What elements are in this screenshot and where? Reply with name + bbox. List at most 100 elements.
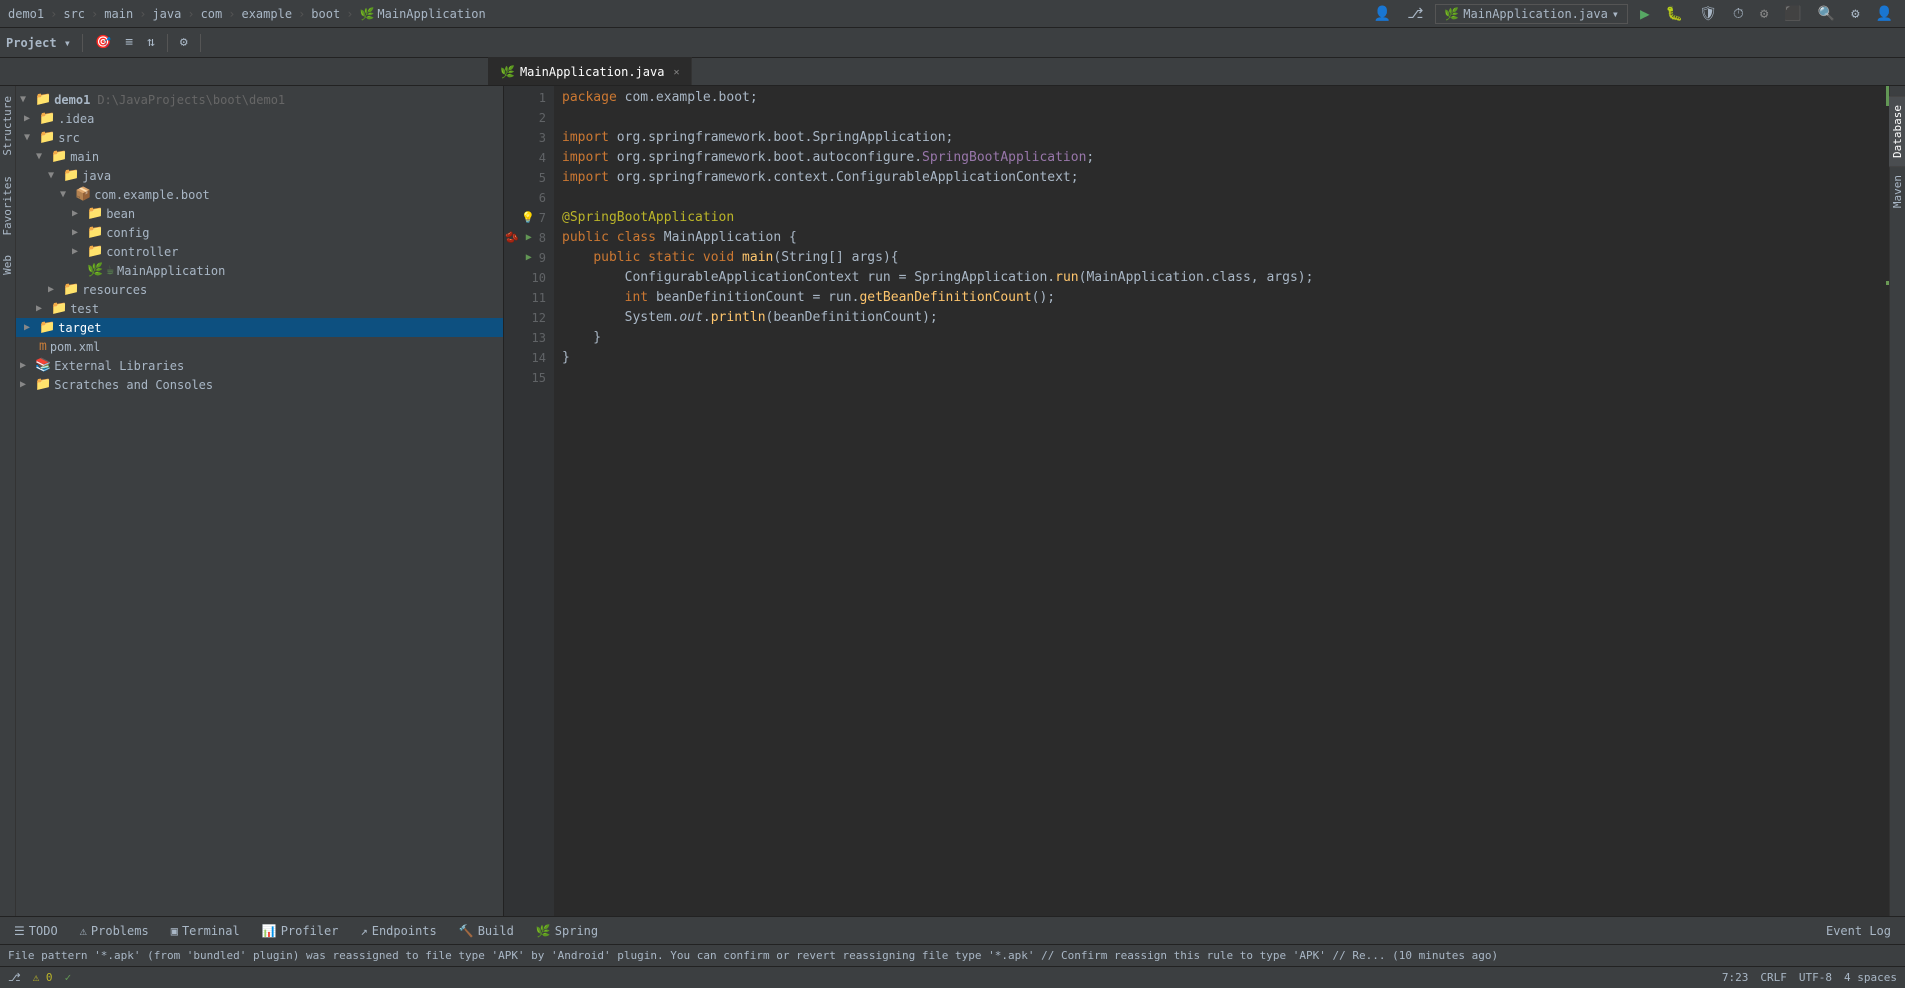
tab-close-btn[interactable]: ✕ (673, 67, 679, 78)
tree-item-pomxml[interactable]: ▶ m pom.xml (16, 337, 503, 356)
breadcrumb-example[interactable]: example (241, 7, 292, 21)
gutter-2: 2 (504, 108, 546, 128)
vcs-icon[interactable]: ⎇ (1403, 4, 1427, 24)
profile-icon[interactable]: 👤 (1370, 4, 1395, 24)
avatar-icon[interactable]: 👤 (1872, 4, 1897, 24)
run-config-dropdown[interactable]: 🌿 MainApplication.java ▾ (1435, 4, 1628, 24)
settings-icon[interactable]: ⚙ (1847, 4, 1863, 24)
run-config-label: MainApplication.java (1463, 7, 1608, 21)
label-mainapp: MainApplication (117, 264, 225, 278)
editor-area: 1 2 3 4 5 6 💡 7 🫘 ▶ 8 (504, 86, 1889, 916)
todo-tab[interactable]: ☰ TODO (4, 921, 68, 941)
spring-tab[interactable]: 🌿 Spring (526, 921, 608, 941)
label-ext-libs: External Libraries (54, 359, 184, 373)
event-log-tab[interactable]: Event Log (1816, 921, 1901, 941)
label-java: java (82, 169, 111, 183)
breadcrumb-demo1[interactable]: demo1 (8, 7, 44, 21)
warnings-label[interactable]: ⚠ 0 (33, 971, 53, 984)
collapse-btn[interactable]: ≡ (120, 33, 138, 52)
label-src: src (58, 131, 80, 145)
errors-label[interactable]: ✓ (65, 971, 72, 984)
label-target: target (58, 321, 101, 335)
breadcrumb-java[interactable]: java (152, 7, 181, 21)
breadcrumb-src[interactable]: src (63, 7, 85, 21)
tree-item-java[interactable]: ▼ 📁 java (16, 166, 503, 185)
tree-item-scratches[interactable]: ▶ 📁 Scratches and Consoles (16, 375, 503, 394)
tree-item-package[interactable]: ▼ 📦 com.example.boot (16, 185, 503, 204)
profile-run-button[interactable]: ⏱ (1729, 4, 1748, 24)
endpoints-label: Endpoints (372, 924, 437, 938)
gutter-7: 💡 7 (504, 208, 546, 228)
build-tab[interactable]: 🔨 Build (449, 921, 524, 941)
tree-item-ext-libs[interactable]: ▶ 📚 External Libraries (16, 356, 503, 375)
label-idea: .idea (58, 112, 94, 126)
tree-item-config[interactable]: ▶ 📁 config (16, 223, 503, 242)
notification-text: File pattern '*.apk' (from 'bundled' plu… (8, 949, 1498, 962)
cursor-position[interactable]: 7:23 (1722, 971, 1749, 984)
sep7: › (346, 7, 353, 21)
maven-tab[interactable]: Maven (1889, 166, 1905, 216)
todo-label: TODO (29, 924, 58, 938)
code-line-1: package com.example.boot; (554, 88, 1877, 108)
terminal-tab[interactable]: ▣ Terminal (161, 921, 250, 941)
tree-item-main[interactable]: ▼ 📁 main (16, 147, 503, 166)
terminal-label: Terminal (182, 924, 240, 938)
chevron-main: ▼ (36, 151, 48, 162)
folder-icon-java: 📁 (63, 168, 79, 183)
tree-item-controller[interactable]: ▶ 📁 controller (16, 242, 503, 261)
xml-icon-pomxml: m (39, 339, 47, 354)
code-editor[interactable]: package com.example.boot; import org.spr… (554, 86, 1877, 916)
web-tab[interactable]: Web (0, 245, 17, 285)
bean-indicator[interactable]: 🫘 (505, 228, 519, 248)
tree-item-resources[interactable]: ▶ 📁 resources (16, 280, 503, 299)
gutter-15: 15 (504, 368, 546, 388)
tab-main-application[interactable]: 🌿 MainApplication.java ✕ (488, 57, 692, 85)
code-line-2 (554, 108, 1877, 128)
chevron-src: ▼ (24, 132, 36, 143)
tree-item-idea[interactable]: ▶ 📁 .idea (16, 109, 503, 128)
bottom-tabs-bar: ☰ TODO ⚠ Problems ▣ Terminal 📊 Profiler … (0, 916, 1905, 944)
problems-label: Problems (91, 924, 149, 938)
project-label: Project ▾ (6, 36, 71, 50)
tree-item-src[interactable]: ▼ 📁 src (16, 128, 503, 147)
tree-item-bean[interactable]: ▶ 📁 bean (16, 204, 503, 223)
favorites-tab[interactable]: Favorites (0, 166, 17, 246)
code-line-8: public class MainApplication { (554, 228, 1877, 248)
code-line-11: int beanDefinitionCount = run.getBeanDef… (554, 288, 1877, 308)
breadcrumb-mainapp[interactable]: 🌿 MainApplication (359, 7, 485, 21)
breadcrumb-com[interactable]: com (201, 7, 223, 21)
todo-icon: ☰ (14, 924, 25, 938)
breadcrumb-boot[interactable]: boot (311, 7, 340, 21)
stop-button[interactable]: ⬛ (1780, 4, 1805, 24)
structure-tab[interactable]: Structure (0, 86, 17, 166)
line-gutter: 1 2 3 4 5 6 💡 7 🫘 ▶ 8 (504, 86, 554, 916)
encoding[interactable]: UTF-8 (1799, 971, 1832, 984)
build-button[interactable]: ⚙ (1756, 4, 1772, 24)
toolbar: Project ▾ 🎯 ≡ ⇅ ⚙ (0, 28, 1905, 58)
tree-item-demo1[interactable]: ▼ 📁 demo1 D:\JavaProjects\boot\demo1 (16, 90, 503, 109)
run-button[interactable]: ▶ (1636, 2, 1654, 25)
chevron-resources: ▶ (48, 284, 60, 295)
profiler-tab[interactable]: 📊 Profiler (252, 921, 349, 941)
indent-info[interactable]: 4 spaces (1844, 971, 1897, 984)
gutter-12: 12 (504, 308, 546, 328)
endpoints-tab[interactable]: ↗ Endpoints (350, 921, 446, 941)
project-sidebar: ▼ 📁 demo1 D:\JavaProjects\boot\demo1 ▶ 📁… (16, 86, 504, 916)
tree-item-target[interactable]: ▶ 📁 target (16, 318, 503, 337)
lightbulb-icon[interactable]: 💡 (521, 208, 535, 228)
play-indicator-8[interactable]: ▶ (526, 228, 532, 248)
locate-file-btn[interactable]: 🎯 (90, 33, 116, 52)
line-separator[interactable]: CRLF (1760, 971, 1787, 984)
search-icon[interactable]: 🔍 (1814, 4, 1839, 24)
debug-button[interactable]: 🐛 (1662, 4, 1687, 24)
play-indicator-9[interactable]: ▶ (526, 248, 532, 268)
coverage-button[interactable]: 🛡 (1695, 4, 1721, 24)
tree-item-test[interactable]: ▶ 📁 test (16, 299, 503, 318)
breadcrumb-main[interactable]: main (104, 7, 133, 21)
sort-btn[interactable]: ⇅ (142, 33, 160, 52)
tree-item-mainapp[interactable]: ▶ 🌿 ☕ MainApplication (16, 261, 503, 280)
database-tab[interactable]: Database (1889, 96, 1905, 166)
chevron-down-icon: ▾ (1612, 7, 1619, 21)
settings-gear-btn[interactable]: ⚙ (175, 33, 193, 52)
problems-tab[interactable]: ⚠ Problems (70, 921, 159, 941)
